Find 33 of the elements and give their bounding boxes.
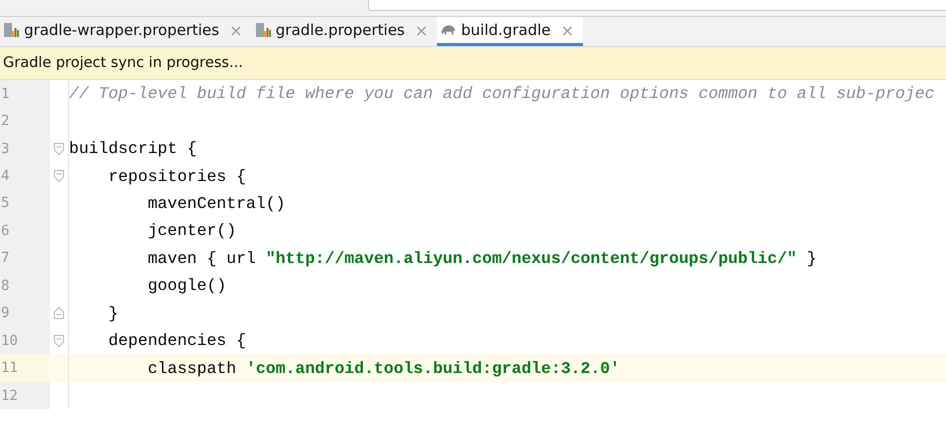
sync-message: Gradle project sync in progress... xyxy=(3,55,243,71)
code-line: dependencies { xyxy=(107,331,246,350)
code-line: } xyxy=(107,304,118,323)
code-line: google() xyxy=(146,276,226,296)
line-number: 5 xyxy=(0,195,10,212)
bar-chart-icon xyxy=(3,22,19,38)
line-number: 10 xyxy=(0,332,18,349)
line-number: 9 xyxy=(0,305,10,322)
code-line: mavenCentral() xyxy=(146,194,286,213)
line-number: 2 xyxy=(0,113,10,130)
line-number: 1 xyxy=(0,86,10,102)
line-number: 4 xyxy=(0,168,10,184)
fold-icon[interactable] xyxy=(54,334,64,347)
line-number: 6 xyxy=(0,222,10,239)
fold-icon[interactable] xyxy=(54,307,64,320)
line-number: 8 xyxy=(0,278,10,294)
code-line: buildscript { xyxy=(69,139,197,158)
line-number: 3 xyxy=(0,140,10,157)
editor-tab[interactable]: gradle-wrapper.properties × xyxy=(0,17,252,46)
editor-tab[interactable]: build.gradle × xyxy=(437,17,584,46)
editor-tab[interactable]: gradle.properties × xyxy=(252,17,438,46)
line-number: 7 xyxy=(0,250,10,266)
bar-chart-icon xyxy=(254,22,271,38)
code-line: repositories { xyxy=(107,166,246,186)
code-line: jcenter() xyxy=(146,221,236,240)
path-field[interactable] xyxy=(368,0,946,11)
fold-icon[interactable] xyxy=(54,170,64,182)
fold-icon[interactable] xyxy=(54,142,64,155)
code-line: // Top-level build file where you can add configuration options common to all sub-projec xyxy=(69,84,935,104)
code-line: classpath 'com.android.tools.build:gradle:3.2.0' xyxy=(146,358,620,378)
code-line: maven { url "http://maven.aliyun.com/nexus/content/groups/public/" } xyxy=(146,248,817,268)
line-number: 12 xyxy=(0,388,18,404)
line-number: 11 xyxy=(0,360,18,376)
